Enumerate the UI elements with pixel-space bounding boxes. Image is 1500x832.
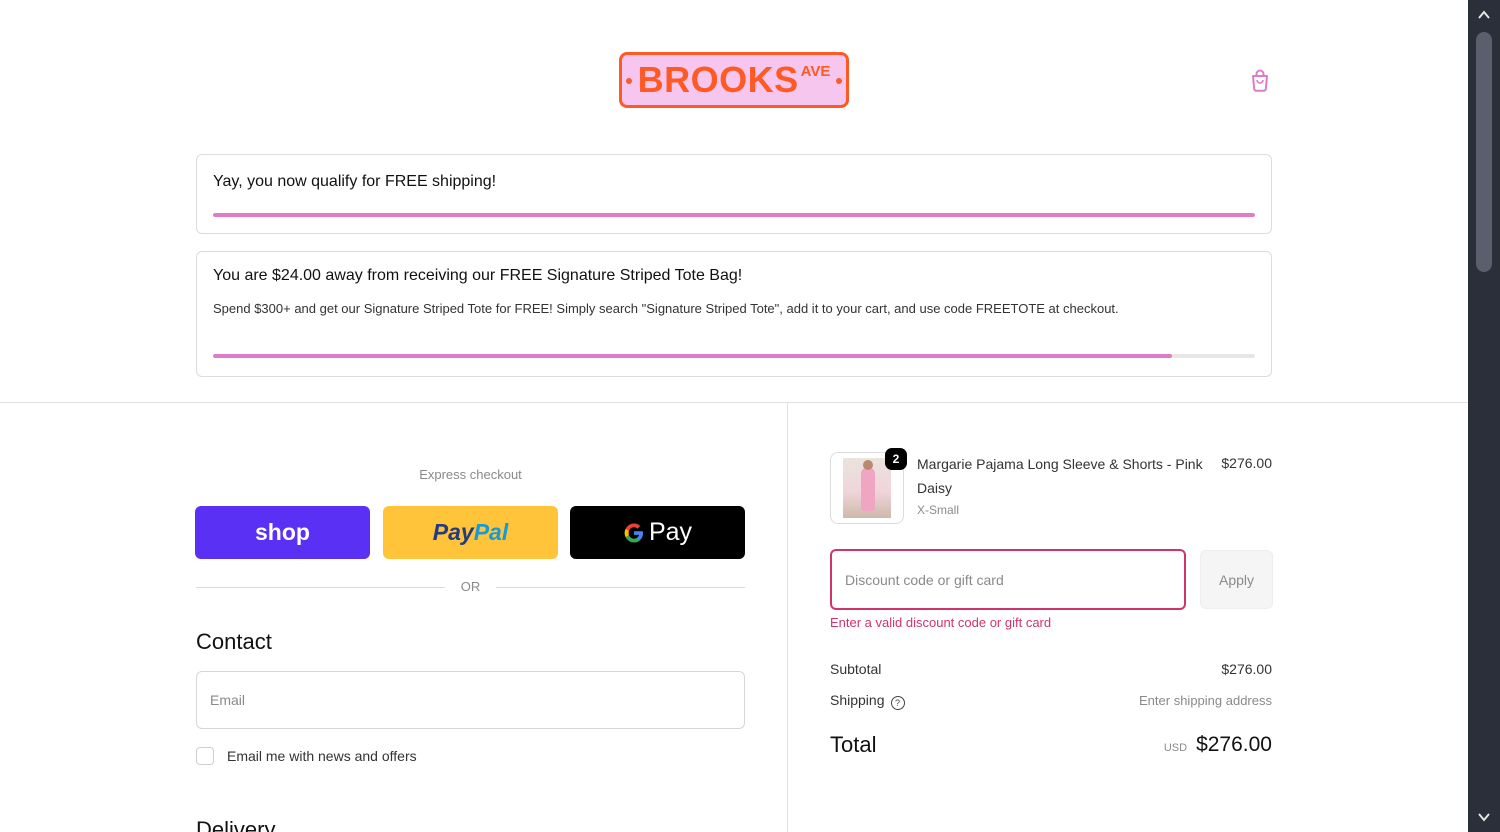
newsletter-label[interactable]: Email me with news and offers	[227, 748, 417, 764]
logo-superscript: AVE	[800, 63, 831, 80]
shop-pay-button[interactable]: shop	[195, 506, 370, 559]
tote-progress-bar	[213, 354, 1255, 358]
total-value: $276.00	[1196, 733, 1272, 756]
shipping-label: Shipping	[830, 692, 885, 708]
currency-code: USD	[1163, 742, 1188, 754]
tote-progress-fill	[213, 354, 1172, 358]
logo-dot-left	[626, 78, 632, 84]
total-amount: USD $276.00	[1164, 733, 1272, 757]
google-pay-label: Pay	[648, 518, 693, 546]
contact-heading: Contact	[196, 629, 272, 654]
paypal-label-pal: Pal	[473, 519, 509, 545]
tote-bag-banner: You are $24.00 away from receiving our F…	[196, 251, 1272, 377]
paypal-label-pay: Pay	[432, 519, 474, 545]
header-divider	[0, 402, 1468, 403]
tote-banner-title: You are $24.00 away from receiving our F…	[213, 267, 743, 284]
quantity-badge: 2	[885, 448, 907, 470]
apply-discount-button[interactable]: Apply	[1200, 550, 1273, 609]
google-g-icon	[624, 523, 643, 542]
logo-text: BROOKS	[637, 59, 799, 100]
logo-dot-right	[836, 78, 842, 84]
paypal-button[interactable]: Pay Pal	[383, 506, 558, 559]
shipping-label-row: Shipping?	[830, 692, 905, 710]
google-pay-button[interactable]: Pay	[570, 506, 745, 559]
discount-error-message: Enter a valid discount code or gift card	[830, 615, 1052, 630]
scrollbar[interactable]	[1468, 0, 1500, 832]
total-label: Total	[830, 732, 877, 757]
shop-pay-label: shop	[255, 519, 310, 545]
free-shipping-title: Yay, you now qualify for FREE shipping!	[213, 173, 497, 190]
product-figure-head	[863, 460, 873, 470]
or-line-left	[196, 587, 445, 588]
scrollbar-thumb[interactable]	[1476, 32, 1492, 272]
free-shipping-progress-bar	[213, 213, 1255, 217]
or-divider: OR	[196, 578, 745, 596]
shopping-bag-icon[interactable]	[1246, 66, 1274, 94]
discount-code-field[interactable]	[830, 549, 1186, 610]
subtotal-label: Subtotal	[830, 661, 882, 677]
newsletter-row[interactable]: Email me with news and offers	[196, 746, 417, 766]
or-line-right	[496, 587, 745, 588]
shipping-value: Enter shipping address	[1139, 693, 1272, 708]
checkout-page: BROOKS AVE Yay, you now qualify for FREE…	[0, 0, 1468, 832]
email-field[interactable]	[196, 671, 745, 729]
newsletter-checkbox[interactable]	[196, 747, 214, 765]
free-shipping-progress-fill	[213, 213, 1255, 217]
tote-banner-description: Spend $300+ and get our Signature Stripe…	[213, 301, 1119, 316]
express-checkout-label: Express checkout	[419, 467, 522, 482]
product-name: Margarie Pajama Long Sleeve & Shorts - P…	[917, 456, 1203, 496]
subtotal-value: $276.00	[1221, 661, 1272, 677]
delivery-heading: Delivery	[196, 817, 276, 832]
product-figure	[861, 467, 875, 511]
or-label: OR	[460, 579, 481, 594]
help-circle-icon[interactable]: ?	[890, 696, 905, 710]
product-price: $276.00	[1221, 455, 1272, 471]
free-shipping-banner: Yay, you now qualify for FREE shipping!	[196, 154, 1272, 234]
brooks-ave-logo[interactable]: BROOKS AVE	[619, 52, 849, 108]
product-variant: X-Small	[917, 503, 960, 517]
column-divider	[787, 403, 788, 832]
scroll-up-arrow-icon[interactable]	[1477, 8, 1491, 22]
scroll-down-arrow-icon[interactable]	[1477, 810, 1491, 824]
